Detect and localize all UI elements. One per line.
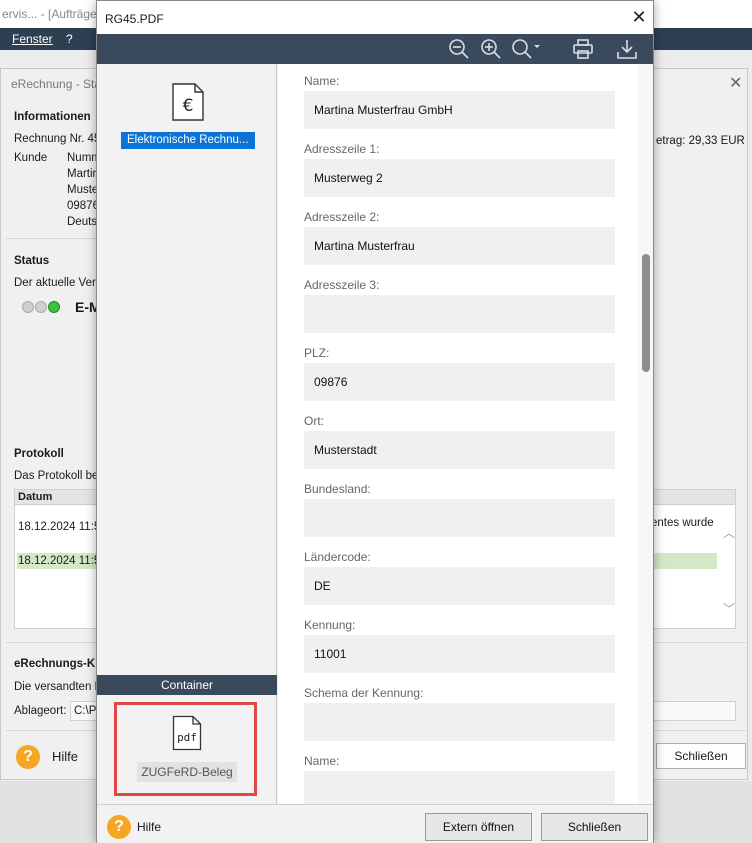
background-close-button[interactable]: Schließen <box>656 743 746 769</box>
download-icon[interactable] <box>614 37 640 61</box>
table-header-datum: Datum <box>18 491 53 503</box>
section-informationen: Informationen <box>14 111 91 123</box>
field-value-adresszeile-1: Musterweg 2 <box>304 159 615 197</box>
euro-document-icon[interactable]: € <box>171 82 205 122</box>
section-erechnungs: eRechnungs-K <box>14 658 96 670</box>
field-label-ort: Ort: <box>304 414 324 428</box>
field-value-bundesland <box>304 499 615 537</box>
help-icon[interactable]: ? <box>16 745 40 769</box>
close-button[interactable]: Schließen <box>541 813 648 841</box>
table-cell-text: entes wurde <box>651 517 714 529</box>
zoom-out-icon[interactable] <box>446 37 472 61</box>
kunde-line: 09876 <box>67 200 99 212</box>
viewer-toolbar <box>97 34 653 64</box>
attachment-pane: € Elektronische Rechnu... Container pdf … <box>97 64 277 804</box>
zugferd-container-item[interactable]: pdf ZUGFeRD-Beleg <box>114 702 257 796</box>
help-label[interactable]: Hilfe <box>52 749 78 764</box>
field-label-plz: PLZ: <box>304 346 330 360</box>
field-value-adresszeile-3 <box>304 295 615 333</box>
field-value-schema-der-kennung <box>304 703 615 741</box>
kunde-line: Martin <box>67 168 99 180</box>
field-label-adresszeile-2: Adresszeile 2: <box>304 210 380 224</box>
field-label-name-2: Name: <box>304 754 340 768</box>
help-icon[interactable]: ? <box>107 815 131 839</box>
help-label[interactable]: Hilfe <box>137 820 161 834</box>
traffic-light-green-icon <box>48 301 60 313</box>
field-label-name: Name: <box>304 74 340 88</box>
table-row[interactable]: 18.12.2024 11:5 <box>18 555 100 567</box>
field-value-plz: 09876 <box>304 363 615 401</box>
table-row[interactable]: 18.12.2024 11:5 <box>18 521 100 533</box>
svg-text:€: € <box>183 96 194 116</box>
invoice-field-pane: Name: Martina Musterfrau GmbH Adresszeil… <box>278 64 653 804</box>
field-label-schema-der-kennung: Schema der Kennung: <box>304 686 424 700</box>
kunde-line: Muste <box>67 184 99 196</box>
background-app-title: ervis... - [Aufträge <box>2 7 97 21</box>
zoom-in-icon[interactable] <box>478 37 504 61</box>
container-header: Container <box>97 675 277 695</box>
menu-help[interactable]: ? <box>66 32 73 46</box>
chevron-down-icon[interactable]: ﹀ <box>723 600 735 617</box>
pdf-viewer-dialog: RG45.PDF ✕ € Elektronische Rechnu... Con… <box>96 0 654 843</box>
close-icon[interactable]: ✕ <box>629 7 649 27</box>
betrag-label: etrag: 29,33 EUR <box>656 135 745 147</box>
section-status: Status <box>14 255 50 267</box>
viewer-title: RG45.PDF <box>105 12 164 26</box>
viewer-footer: ? Hilfe Extern öffnen Schließen <box>97 804 653 843</box>
print-icon[interactable] <box>570 37 596 61</box>
status-text: Der aktuelle Vera <box>14 277 103 289</box>
field-label-laendercode: Ländercode: <box>304 550 371 564</box>
field-value-name: Martina Musterfrau GmbH <box>304 91 615 129</box>
traffic-light-off-icon <box>35 301 47 313</box>
field-value-laendercode: DE <box>304 567 615 605</box>
scrollbar-thumb[interactable] <box>642 254 650 372</box>
pdf-file-icon: pdf <box>172 715 202 751</box>
table-scrollbar[interactable]: ︿ ﹀ <box>719 506 735 628</box>
field-label-kennung: Kennung: <box>304 618 356 632</box>
rechnung-label: Rechnung Nr. 45 <box>14 133 101 145</box>
open-external-button[interactable]: Extern öffnen <box>425 813 532 841</box>
kunde-line: Deuts <box>67 216 98 228</box>
erechnungs-text: Die versandten D <box>14 681 103 693</box>
ablageort-label: Ablageort: <box>14 705 67 717</box>
close-icon[interactable]: ✕ <box>729 73 742 93</box>
vertical-scrollbar[interactable] <box>638 64 653 804</box>
chevron-up-icon[interactable]: ︿ <box>723 524 735 541</box>
field-value-kennung: 11001 <box>304 635 615 673</box>
pdf-icon-text: pdf <box>177 731 197 744</box>
kunde-label: Kunde <box>14 152 48 164</box>
traffic-light-off-icon <box>22 301 34 313</box>
electronic-invoice-item[interactable]: Elektronische Rechnu... <box>121 132 255 149</box>
zugferd-label: ZUGFeRD-Beleg <box>137 762 237 782</box>
viewer-titlebar: RG45.PDF ✕ <box>97 1 653 34</box>
protokoll-text: Das Protokoll be <box>14 470 99 482</box>
field-value-name-2 <box>304 771 615 804</box>
field-label-adresszeile-1: Adresszeile 1: <box>304 142 380 156</box>
section-protokoll: Protokoll <box>14 448 64 460</box>
field-label-adresszeile-3: Adresszeile 3: <box>304 278 380 292</box>
zoom-menu-icon[interactable] <box>510 37 542 61</box>
field-value-ort: Musterstadt <box>304 431 615 469</box>
field-value-adresszeile-2: Martina Musterfrau <box>304 227 615 265</box>
menu-fenster[interactable]: Fenster <box>12 32 53 46</box>
erechnung-window-title: eRechnung - Sta <box>11 77 102 91</box>
field-label-bundesland: Bundesland: <box>304 482 371 496</box>
